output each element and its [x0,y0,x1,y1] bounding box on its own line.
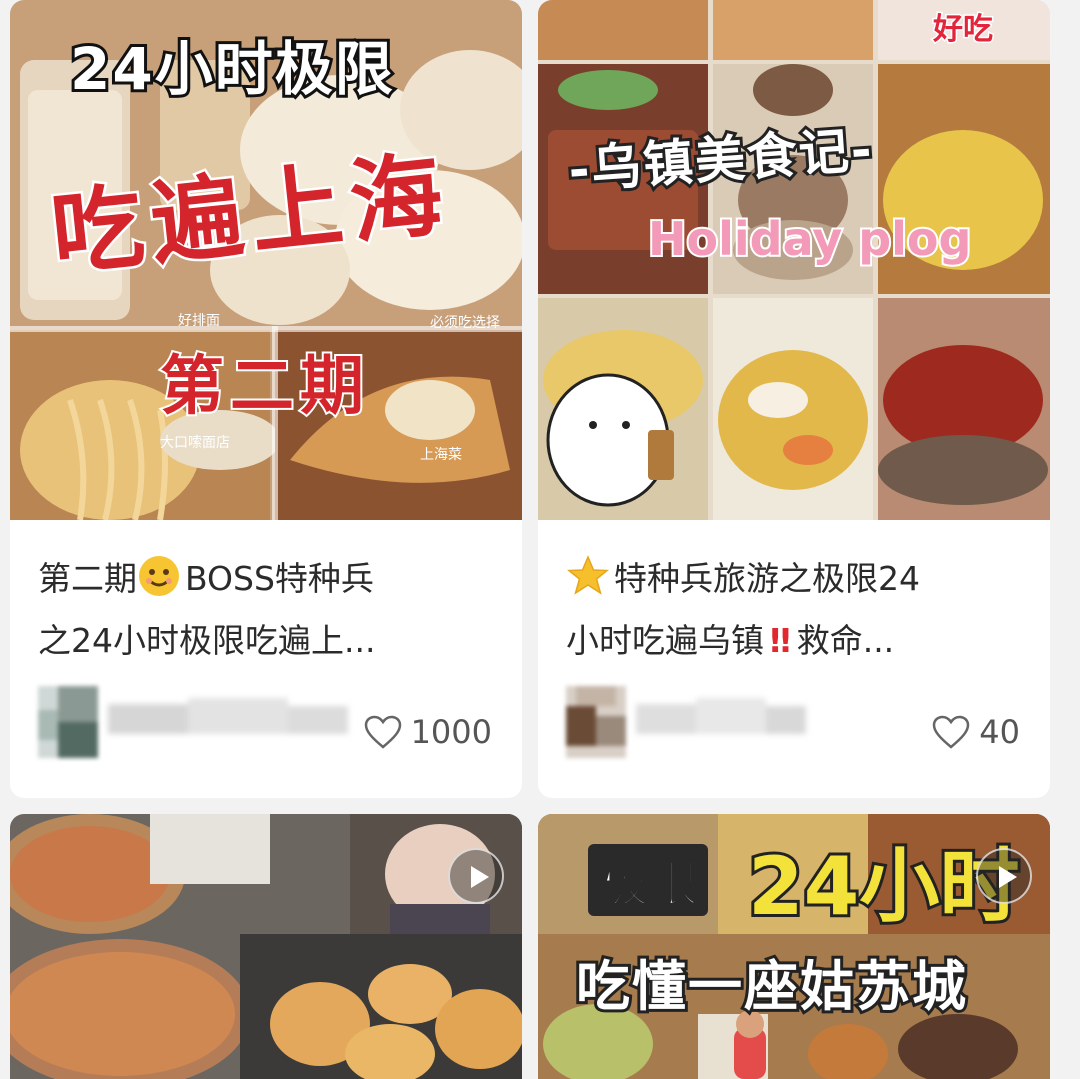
play-icon[interactable] [448,848,504,904]
heart-icon [364,715,401,749]
author-info[interactable] [566,686,886,758]
cover-tag: 好排面 [178,313,220,329]
note-card[interactable]: 24小时极限 吃遍上海 第二期 好排面 必须吃选择 大口嗦面店 上海菜 第二期 B… [10,0,522,798]
note-card[interactable]: 极限 24小时 吃懂一座姑苏城 [538,814,1050,1079]
note-card[interactable] [10,814,522,1079]
title-text: 第二期 [38,559,137,598]
cover-subtitle: 第二期 [158,347,370,426]
cover-tag: 上海菜 [420,447,462,463]
like-count: 40 [979,713,1020,751]
smiling-face-emoji [139,556,179,596]
note-cover-image[interactable]: 24小时极限 吃遍上海 第二期 好排面 必须吃选择 大口嗦面店 上海菜 [10,0,522,520]
title-text: BOSS特种兵 [185,559,374,598]
cover-tag: 必须吃选择 [430,315,500,331]
author-info[interactable] [38,686,358,758]
like-button[interactable]: 1000 [363,712,492,752]
note-title[interactable]: 第二期 BOSS特种兵 之24小时极限吃遍上... [38,548,508,672]
cover-subtitle: Holiday plog [646,210,973,268]
note-card[interactable]: -乌镇美食记- Holiday plog 好吃 特种兵旅游之极限24 小时吃遍乌… [538,0,1050,798]
cover-tag: 大口嗦面店 [160,435,230,451]
note-cover-image[interactable]: 极限 24小时 吃懂一座姑苏城 [538,814,1050,1079]
star-emoji [566,555,610,595]
heart-icon [933,715,970,749]
avatar [38,686,98,758]
cover-badge: 极限 [588,844,708,916]
play-icon[interactable] [976,848,1032,904]
title-text: 之24小时极限吃遍上... [38,621,376,660]
title-text: 特种兵旅游之极限24 [614,559,920,598]
note-feed: 24小时极限 吃遍上海 第二期 好排面 必须吃选择 大口嗦面店 上海菜 第二期 B… [0,0,1080,1079]
double-exclamation-emoji: ‼ [770,621,791,660]
author-name-blurred [108,698,348,734]
cover-headline: 24小时极限 [67,32,396,106]
author-name-blurred [636,698,806,734]
title-text: 小时吃遍乌镇 [566,621,764,660]
note-cover-image[interactable] [10,814,522,1079]
cover-title: 吃懂一座姑苏城 [573,952,969,1021]
note-cover-image[interactable]: -乌镇美食记- Holiday plog 好吃 [538,0,1050,520]
avatar [566,686,626,758]
title-text: 救命... [796,621,895,660]
note-title[interactable]: 特种兵旅游之极限24 小时吃遍乌镇 ‼ 救命... [566,548,1036,672]
like-button[interactable]: 40 [931,712,1020,752]
like-count: 1000 [410,713,492,751]
cover-corner-text: 好吃 [932,11,995,49]
